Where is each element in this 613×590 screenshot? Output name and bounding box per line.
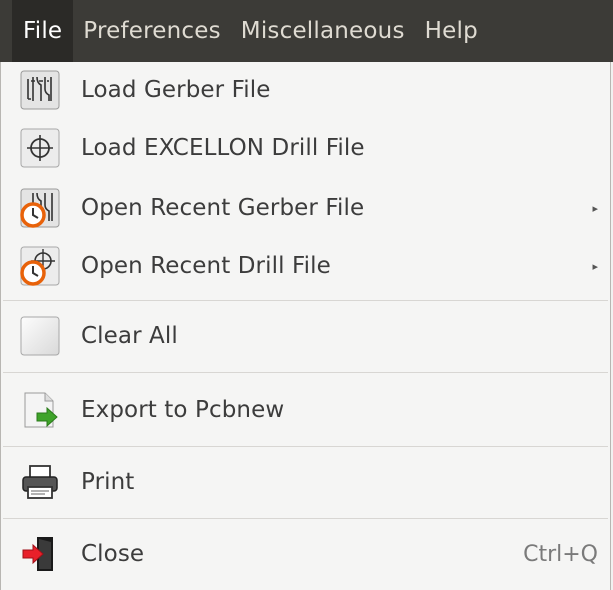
gerber-file-icon: [20, 70, 60, 110]
shortcut-label: Ctrl+Q: [523, 541, 598, 567]
menu-item-close[interactable]: Close Ctrl+Q: [1, 526, 610, 582]
menu-item-print[interactable]: Print: [1, 454, 610, 510]
submenu-arrow-icon: ▸: [592, 259, 598, 273]
menu-item-load-gerber-file[interactable]: Load Gerber File: [1, 62, 610, 118]
file-menu-dropdown: Load Gerber File Load EXCELLON Drill Fil…: [0, 62, 611, 590]
menu-item-label: Open Recent Drill File: [81, 253, 331, 279]
drill-target-icon: [20, 128, 60, 168]
menu-item-export-to-pcbnew[interactable]: Export to Pcbnew: [1, 382, 610, 438]
menu-separator: [3, 372, 608, 373]
menu-item-load-excellon-drill-file[interactable]: Load EXCELLON Drill File: [1, 120, 610, 176]
menu-file[interactable]: File: [12, 0, 74, 62]
menu-bar: File Preferences Miscellaneous Help: [0, 0, 613, 62]
menu-item-label: Export to Pcbnew: [81, 397, 285, 423]
exit-door-icon: [22, 537, 53, 571]
menu-item-open-recent-drill-file[interactable]: Open Recent Drill File ▸: [1, 238, 610, 294]
submenu-arrow-icon: ▸: [592, 201, 598, 215]
menu-item-label: Load Gerber File: [81, 77, 271, 103]
menu-separator: [3, 518, 608, 519]
menu-item-clear-all[interactable]: Clear All: [1, 308, 610, 364]
menu-miscellaneous[interactable]: Miscellaneous: [231, 0, 415, 62]
menu-item-label: Clear All: [81, 323, 178, 349]
recent-gerber-icon: [20, 188, 60, 228]
menu-item-label: Print: [81, 469, 135, 495]
menu-separator: [3, 300, 608, 301]
menu-help[interactable]: Help: [415, 0, 488, 62]
menu-separator: [3, 446, 608, 447]
menu-item-label: Open Recent Gerber File: [81, 195, 365, 221]
recent-drill-icon: [20, 246, 60, 286]
blank-icon: [20, 316, 60, 356]
menu-item-label: Close: [81, 541, 145, 567]
menu-preferences[interactable]: Preferences: [73, 0, 230, 62]
menu-item-open-recent-gerber-file[interactable]: Open Recent Gerber File ▸: [1, 180, 610, 236]
export-pcbnew-icon: [24, 392, 58, 428]
menu-item-label: Load EXCELLON Drill File: [81, 135, 365, 161]
printer-icon: [22, 465, 58, 499]
